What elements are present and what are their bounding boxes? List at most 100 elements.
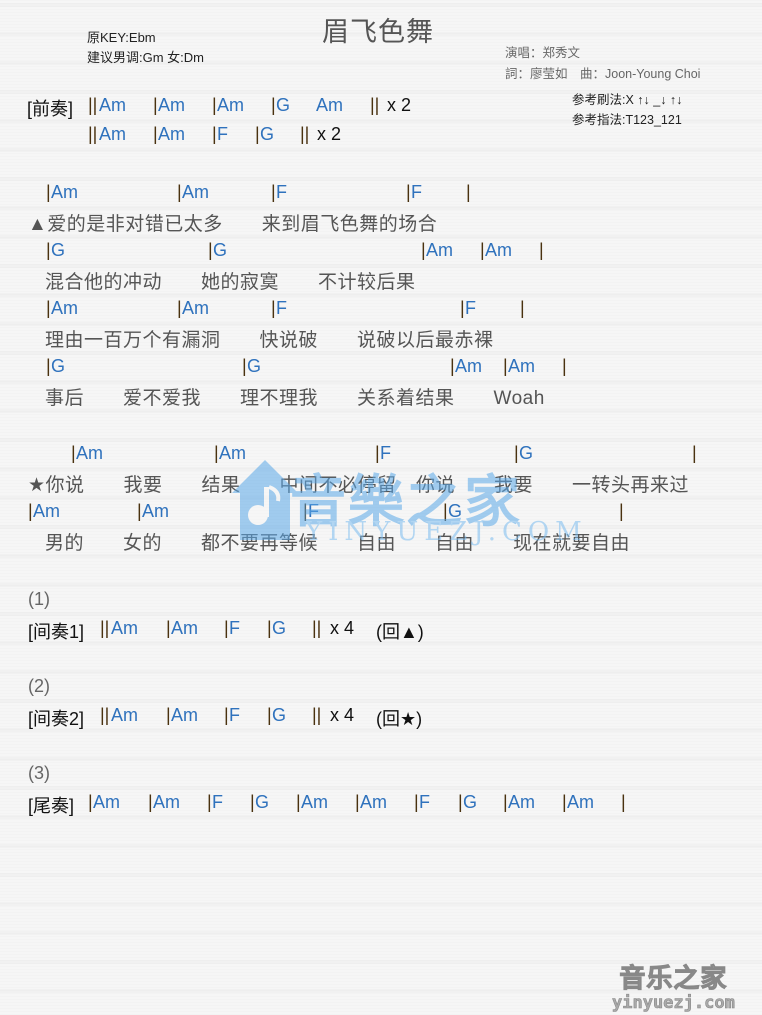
chord: Am <box>301 792 328 812</box>
bar-line: || <box>312 618 322 638</box>
bar-line: | <box>255 124 260 144</box>
chord: G <box>260 124 275 144</box>
chord: Am <box>171 705 198 725</box>
strum-pattern: 参考刷法:X ↑↓ _↓ ↑↓ <box>572 93 683 107</box>
bar-line: || <box>300 124 310 144</box>
bar-line: | <box>503 792 508 812</box>
section-number: (3) <box>28 763 50 783</box>
outro-label: [尾奏] <box>28 796 75 816</box>
chord: Am <box>182 298 209 318</box>
bar-line: | <box>148 792 153 812</box>
lyric-line: 事后 爱不爱我 理不理我 关系着结果 Woah <box>45 388 545 409</box>
chord: Am <box>51 298 78 318</box>
bar-line: | <box>406 182 411 202</box>
chord: F <box>380 443 391 463</box>
bar-line: | <box>250 792 255 812</box>
bar-line: | <box>224 618 229 638</box>
section-number: (1) <box>28 589 50 609</box>
bar-line: | <box>421 240 426 260</box>
chord: F <box>217 124 228 144</box>
bar-line: | <box>692 443 697 463</box>
chord: Am <box>111 618 138 638</box>
chord: G <box>51 356 66 376</box>
chord: F <box>276 182 287 202</box>
bar-line: | <box>443 501 448 521</box>
return-marker: (回▲) <box>376 622 424 642</box>
chord: G <box>276 95 291 115</box>
chord: F <box>411 182 422 202</box>
bar-line: | <box>458 792 463 812</box>
bar-line: | <box>450 356 455 376</box>
bar-line: | <box>177 182 182 202</box>
chord: Am <box>316 95 343 115</box>
lyric-line: 理由一百万个有漏洞 快说破 说破以后最赤裸 <box>45 330 494 351</box>
bar-line: | <box>562 356 567 376</box>
bar-line: || <box>312 705 322 725</box>
bar-line: | <box>520 298 525 318</box>
bar-line: | <box>46 182 51 202</box>
lyric-line: 混合他的冲动 她的寂寞 不计较后果 <box>45 272 416 293</box>
chord: G <box>247 356 262 376</box>
bar-line: | <box>46 298 51 318</box>
chord: Am <box>153 792 180 812</box>
bar-line: | <box>296 792 301 812</box>
bar-line: | <box>267 705 272 725</box>
chord: Am <box>455 356 482 376</box>
chord: G <box>463 792 478 812</box>
chord: G <box>519 443 534 463</box>
bar-line: | <box>88 792 93 812</box>
chord: Am <box>33 501 60 521</box>
bar-line: | <box>514 443 519 463</box>
bar-line: | <box>71 443 76 463</box>
bar-line: | <box>207 792 212 812</box>
site-logo-text: 音乐之家 <box>619 964 728 995</box>
repeat-count: x 4 <box>330 705 355 725</box>
chord: G <box>272 705 287 725</box>
site-logo: 音乐之家 yinyuezj.com <box>612 958 735 1014</box>
repeat-count: x 4 <box>330 618 355 638</box>
bar-line: | <box>208 240 213 260</box>
chord: F <box>308 501 319 521</box>
chord: Am <box>171 618 198 638</box>
chord: Am <box>158 95 185 115</box>
bar-line: || <box>370 95 380 115</box>
chord: Am <box>182 182 209 202</box>
chord: Am <box>142 501 169 521</box>
bar-line: | <box>166 618 171 638</box>
bar-line: | <box>166 705 171 725</box>
repeat-count: x 2 <box>387 95 412 115</box>
bar-line: | <box>271 298 276 318</box>
chord: F <box>465 298 476 318</box>
chord: Am <box>76 443 103 463</box>
chord: G <box>448 501 463 521</box>
bar-line: | <box>137 501 142 521</box>
lyric-line: ▲爱的是非对错已太多 来到眉飞色舞的场合 <box>28 214 438 235</box>
suggested-key: 建议男调:Gm 女:Dm <box>87 50 204 65</box>
bar-line: | <box>480 240 485 260</box>
bar-line: | <box>212 95 217 115</box>
bar-line: | <box>212 124 217 144</box>
chord: G <box>51 240 66 260</box>
bar-line: | <box>214 443 219 463</box>
chord: Am <box>360 792 387 812</box>
chord: Am <box>93 792 120 812</box>
repeat-count: x 2 <box>317 124 342 144</box>
chord: Am <box>426 240 453 260</box>
bar-line: || <box>100 618 110 638</box>
bar-line: | <box>46 240 51 260</box>
chord: Am <box>219 443 246 463</box>
chord: F <box>229 705 240 725</box>
bar-line: | <box>271 95 276 115</box>
chord: Am <box>51 182 78 202</box>
song-title: 眉飞色舞 <box>322 17 434 47</box>
chord: Am <box>508 792 535 812</box>
chord: Am <box>508 356 535 376</box>
bar-line: | <box>303 501 308 521</box>
intro-label: [前奏] <box>27 99 74 119</box>
bar-line: | <box>539 240 544 260</box>
chord: F <box>276 298 287 318</box>
singer: 演唱：郑秀文 <box>505 46 581 60</box>
bar-line: | <box>224 705 229 725</box>
bar-line: | <box>619 501 624 521</box>
bar-line: | <box>271 182 276 202</box>
